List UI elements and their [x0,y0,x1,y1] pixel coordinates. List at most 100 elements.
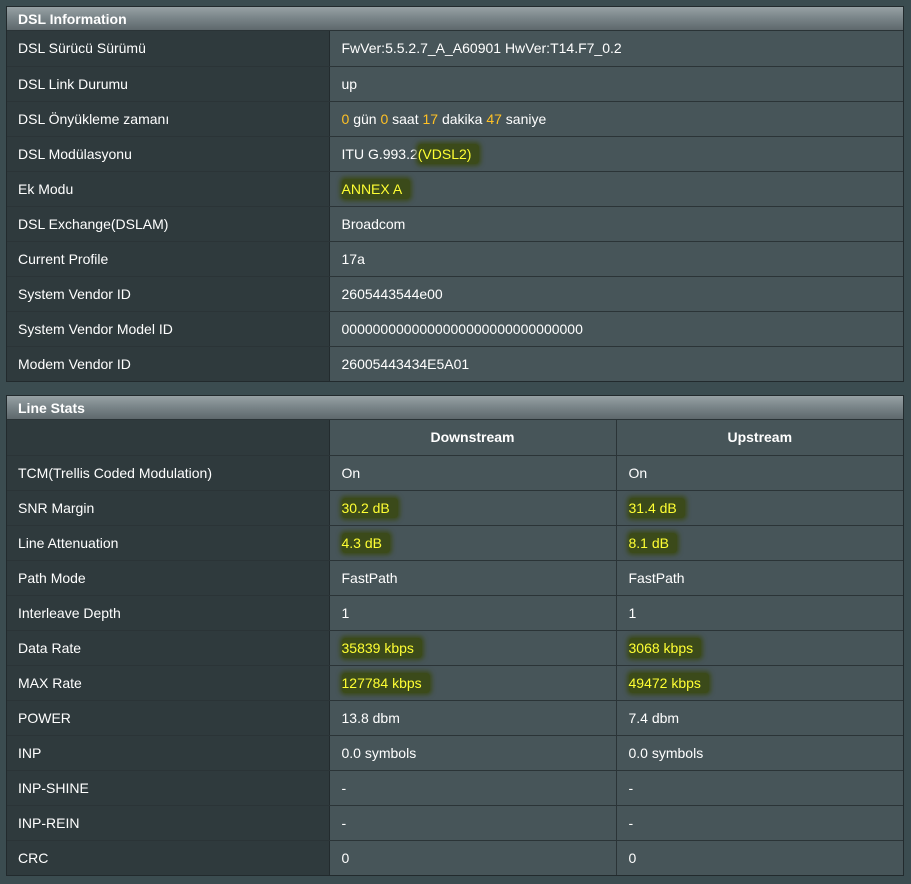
upstream-value: - [628,779,634,796]
downstream-value-cell: 4.3 dB [329,525,616,561]
downstream-value: 35839 kbps [341,637,422,658]
stat-label: Path Mode [7,560,330,596]
stat-label: INP-SHINE [7,770,330,806]
upstream-value: 8.1 dB [628,532,677,553]
modulation-label: DSL Modülasyonu [7,136,330,172]
modem-vendor-id-value: 26005443434E5A01 [329,346,903,381]
table-row: TCM(Trellis Coded Modulation) On On [7,455,903,491]
uptime-minutes-unit: dakika [441,110,483,127]
upstream-value: 31.4 dB [628,497,685,518]
link-status-label: DSL Link Durumu [7,66,330,102]
driver-version-label: DSL Sürücü Sürümü [7,31,330,67]
annex-mode-value: ANNEX A [329,171,903,207]
table-row: Modem Vendor ID 26005443434E5A01 [7,346,903,381]
upstream-value-cell: FastPath [615,560,903,596]
upstream-value: On [628,464,648,481]
downstream-value-cell: 0 [329,840,616,875]
link-status-value: up [329,66,903,102]
downstream-value-cell: 30.2 dB [329,490,616,526]
downstream-value: FastPath [341,569,398,586]
table-row: INP-REIN - - [7,805,903,841]
stat-label: CRC [7,840,330,875]
downstream-value-cell: - [329,805,616,841]
downstream-value-cell: 1 [329,595,616,631]
stat-label: Line Attenuation [7,525,330,561]
line-stats-header: Line Stats [7,396,903,420]
downstream-value: On [341,464,361,481]
downstream-value: 4.3 dB [341,532,390,553]
dsl-information-header: DSL Information [7,7,903,31]
upstream-value: FastPath [628,569,685,586]
upstream-value: 7.4 dbm [628,709,680,726]
table-row: INP 0.0 symbols 0.0 symbols [7,735,903,771]
downstream-value: - [341,814,347,831]
table-row: System Vendor Model ID 00000000000000000… [7,311,903,347]
modulation-highlight: (VDSL2) [417,143,480,164]
annex-mode-highlight: ANNEX A [341,178,411,199]
stat-label: MAX Rate [7,665,330,701]
header-corner [7,420,330,456]
upstream-value-cell: - [615,805,903,841]
table-row: DSL Link Durumu up [7,66,903,102]
stat-label: INP [7,735,330,771]
upstream-value: 0 [628,849,637,866]
downstream-value-cell: 127784 kbps [329,665,616,701]
downstream-value-cell: - [329,770,616,806]
downstream-value: 30.2 dB [341,497,398,518]
upstream-value-cell: 8.1 dB [615,525,903,561]
downstream-value-cell: On [329,455,616,491]
upstream-value-cell: 49472 kbps [615,665,903,701]
downstream-value-cell: FastPath [329,560,616,596]
dsl-information-panel: DSL Information DSL Sürücü Sürümü FwVer:… [6,6,904,382]
upstream-value-cell: On [615,455,903,491]
line-stats-body: TCM(Trellis Coded Modulation) On On SNR Mar… [7,455,903,875]
stat-label: TCM(Trellis Coded Modulation) [7,455,330,491]
table-row: DSL Modülasyonu ITU G.993.2(VDSL2) [7,136,903,172]
uptime-label: DSL Önyükleme zamanı [7,101,330,137]
stat-label: SNR Margin [7,490,330,526]
line-stats-panel: Line Stats Downstream Upstream TCM(Trell… [6,395,904,876]
modem-vendor-id-label: Modem Vendor ID [7,346,330,381]
line-stats-table: Downstream Upstream TCM(Trellis Coded Mo… [7,420,903,875]
downstream-value: - [341,779,347,796]
upstream-value-cell: 0.0 symbols [615,735,903,771]
upstream-value-cell: 3068 kbps [615,630,903,666]
dslam-label: DSL Exchange(DSLAM) [7,206,330,242]
uptime-hours-unit: saat [392,110,419,127]
uptime-value: 0 gün 0 saat 17 dakika 47 saniye [329,101,903,137]
system-vendor-model-id-label: System Vendor Model ID [7,311,330,347]
table-row: Path Mode FastPath FastPath [7,560,903,596]
upstream-value: 3068 kbps [628,637,702,658]
table-row: Line Attenuation 4.3 dB 8.1 dB [7,525,903,561]
table-row: Interleave Depth 1 1 [7,595,903,631]
uptime-seconds: 47 [486,110,502,127]
table-row: DSL Exchange(DSLAM) Broadcom [7,206,903,242]
upstream-value-cell: 7.4 dbm [615,700,903,736]
table-row: System Vendor ID 2605443544e00 [7,276,903,312]
annex-mode-label: Ek Modu [7,171,330,207]
upstream-value-cell: 0 [615,840,903,875]
upstream-value-cell: 31.4 dB [615,490,903,526]
table-row: MAX Rate 127784 kbps 49472 kbps [7,665,903,701]
stat-label: POWER [7,700,330,736]
downstream-value-cell: 35839 kbps [329,630,616,666]
table-row: SNR Margin 30.2 dB 31.4 dB [7,490,903,526]
dsl-information-table: DSL Sürücü Sürümü FwVer:5.5.2.7_A_A60901… [7,31,903,381]
table-row: DSL Önyükleme zamanı 0 gün 0 saat 17 dak… [7,101,903,137]
downstream-value: 127784 kbps [341,672,430,693]
table-row: CRC 0 0 [7,840,903,875]
downstream-column-header: Downstream [328,420,616,456]
uptime-hours: 0 [380,110,389,127]
stat-label: Interleave Depth [7,595,330,631]
table-row: Current Profile 17a [7,241,903,277]
table-row: Data Rate 35839 kbps 3068 kbps [7,630,903,666]
upstream-value: 1 [628,604,637,621]
dslam-value: Broadcom [329,206,903,242]
upstream-value: 49472 kbps [628,672,709,693]
system-vendor-id-value: 2605443544e00 [329,276,903,312]
system-vendor-id-label: System Vendor ID [7,276,330,312]
table-header-row: Downstream Upstream [7,420,903,456]
stat-label: Data Rate [7,630,330,666]
table-row: INP-SHINE - - [7,770,903,806]
downstream-value: 0.0 symbols [341,744,417,761]
